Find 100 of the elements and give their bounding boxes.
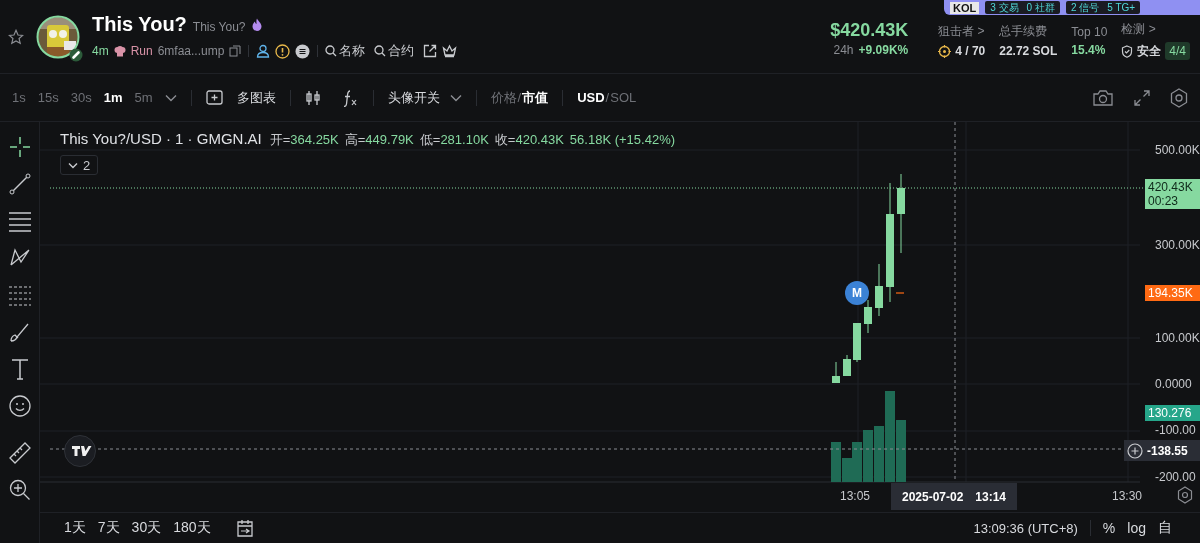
price-tag: 194.35K xyxy=(1145,285,1200,301)
currency-tab[interactable]: SOL xyxy=(610,90,637,105)
add-box-icon xyxy=(205,90,223,105)
smiley-icon[interactable] xyxy=(8,395,31,417)
shield-icon xyxy=(1121,44,1134,58)
horizontal-lines-icon[interactable] xyxy=(7,210,32,232)
metric-value: 安全 xyxy=(1137,42,1162,60)
price-axis-label: -100.00 xyxy=(1155,423,1196,437)
scale-option[interactable]: log xyxy=(1127,520,1146,536)
calendar-icon[interactable] xyxy=(234,518,255,538)
currency-tab[interactable]: USD xyxy=(577,90,605,105)
average-price-mark xyxy=(895,292,905,294)
chevron-down-icon xyxy=(68,161,78,169)
change-value: +9.09K% xyxy=(858,43,909,57)
search-icon xyxy=(325,45,338,57)
interval-tab[interactable]: 15s xyxy=(37,90,59,105)
value-mode-tab[interactable]: 市值 xyxy=(522,88,549,107)
change-period: 24h xyxy=(833,43,854,57)
search-link[interactable]: 名称 xyxy=(325,42,366,60)
range-button[interactable]: 7天 xyxy=(97,519,120,537)
platform-label: Run xyxy=(130,44,153,58)
metric-label: Top 10 xyxy=(1071,24,1108,39)
list-icon[interactable] xyxy=(295,43,311,59)
zoom-in-icon[interactable] xyxy=(8,479,31,501)
settings-icon[interactable] xyxy=(1177,486,1193,504)
ohlc-value: 高=449.79K xyxy=(344,131,414,149)
logo-icon[interactable] xyxy=(64,435,96,467)
metric-label: 总手续费 xyxy=(999,23,1049,40)
crown-icon[interactable] xyxy=(442,44,458,58)
scale-option[interactable]: % xyxy=(1102,520,1116,536)
candle xyxy=(875,263,883,317)
check-count-badge: 4/4 xyxy=(1165,42,1190,60)
settings-icon[interactable] xyxy=(1170,87,1188,108)
interval-tab[interactable]: 1s xyxy=(12,90,26,105)
warning-icon[interactable] xyxy=(275,43,291,59)
change-value: 56.18K (+15.42%) xyxy=(569,132,675,147)
range-button[interactable]: 180天 xyxy=(173,519,211,537)
trade-marker[interactable]: M xyxy=(845,281,869,305)
token-age: 4m xyxy=(92,44,109,58)
price-axis-label: 500.00K xyxy=(1155,143,1200,157)
multi-chart-button[interactable]: 多图表 xyxy=(205,88,276,107)
text-tool-icon[interactable] xyxy=(10,358,29,380)
kol-label: KOL xyxy=(950,1,980,14)
token-subtitle: This You? xyxy=(192,20,246,34)
metric-label: 狙击者 > xyxy=(938,23,986,40)
interval-tab[interactable]: 30s xyxy=(70,90,92,105)
metric-value: 15.4% xyxy=(1071,42,1106,57)
candle xyxy=(864,299,872,334)
copy-icon[interactable] xyxy=(229,45,242,57)
candle xyxy=(853,322,861,363)
volume-bar xyxy=(863,430,873,482)
range-button[interactable]: 30天 xyxy=(131,519,162,537)
token-name: This You? xyxy=(92,13,187,36)
user-icon[interactable] xyxy=(256,44,271,58)
candle xyxy=(832,361,840,384)
camera-icon[interactable] xyxy=(1092,88,1114,107)
top-banner[interactable]: KOL 3 交易 0 社群 2 信号 5 TG+ xyxy=(944,0,1200,15)
candle xyxy=(843,354,851,377)
interval-tab[interactable]: 5m xyxy=(134,90,153,105)
star-icon[interactable] xyxy=(8,28,24,45)
range-button[interactable]: 1天 xyxy=(64,519,86,537)
flame-icon xyxy=(251,18,262,31)
crosshair-time: 2025-07-02 13:14 xyxy=(891,483,1017,510)
market-cap: $420.43K xyxy=(830,20,909,41)
chevron-down-icon[interactable] xyxy=(164,93,177,102)
add-icon[interactable] xyxy=(1127,442,1143,459)
time-axis-label: 13:05 xyxy=(840,489,871,503)
fullscreen-icon[interactable] xyxy=(1134,89,1150,106)
token-address: 6mfaa...ump xyxy=(157,44,225,58)
price-axis-label: 300.00K xyxy=(1155,238,1200,252)
interval-tab[interactable]: 1m xyxy=(103,90,123,105)
share-icon[interactable] xyxy=(423,44,438,58)
candlestick-icon[interactable] xyxy=(304,89,321,106)
brush-icon[interactable] xyxy=(8,321,31,343)
scale-option[interactable]: 自 xyxy=(1158,519,1172,537)
ruler-icon[interactable] xyxy=(8,442,31,464)
crosshair-price: -138.55 xyxy=(1147,443,1188,458)
time-axis-label: 13:30 xyxy=(1112,489,1143,503)
ohlc-value: 收=420.43K xyxy=(494,131,564,149)
metric-value: 4 / 70 xyxy=(955,44,986,58)
signal-group[interactable]: 3 交易 0 社群 xyxy=(985,1,1060,14)
search-icon xyxy=(374,45,387,57)
value-mode-tab[interactable]: 价格 xyxy=(490,88,517,107)
separator-slash: / xyxy=(605,90,610,105)
trend-line-icon[interactable] xyxy=(8,173,31,195)
separator-slash: / xyxy=(517,90,522,105)
chart-symbol: This You?/USD · 1 · GMGN.AI xyxy=(60,130,262,147)
price-tag: 130.276 xyxy=(1145,405,1200,421)
pill-icon xyxy=(69,47,83,62)
signal-group[interactable]: 2 信号 5 TG+ xyxy=(1065,1,1141,14)
avatar-toggle-button[interactable]: 头像开关 xyxy=(387,88,462,107)
ohlc-value: 低=281.10K xyxy=(419,131,489,149)
price-axis-label: 0.0000 xyxy=(1155,377,1192,391)
metric-value: 22.72 SOL xyxy=(999,44,1058,58)
price-axis-label: -200.00 xyxy=(1155,470,1196,484)
ohlc-value: 开=364.25K xyxy=(269,131,339,149)
search-link[interactable]: 合约 xyxy=(374,42,415,60)
levels-icon[interactable] xyxy=(7,284,32,306)
indicator-toggle[interactable]: 2 xyxy=(60,155,99,175)
crosshair-icon[interactable] xyxy=(8,136,31,158)
